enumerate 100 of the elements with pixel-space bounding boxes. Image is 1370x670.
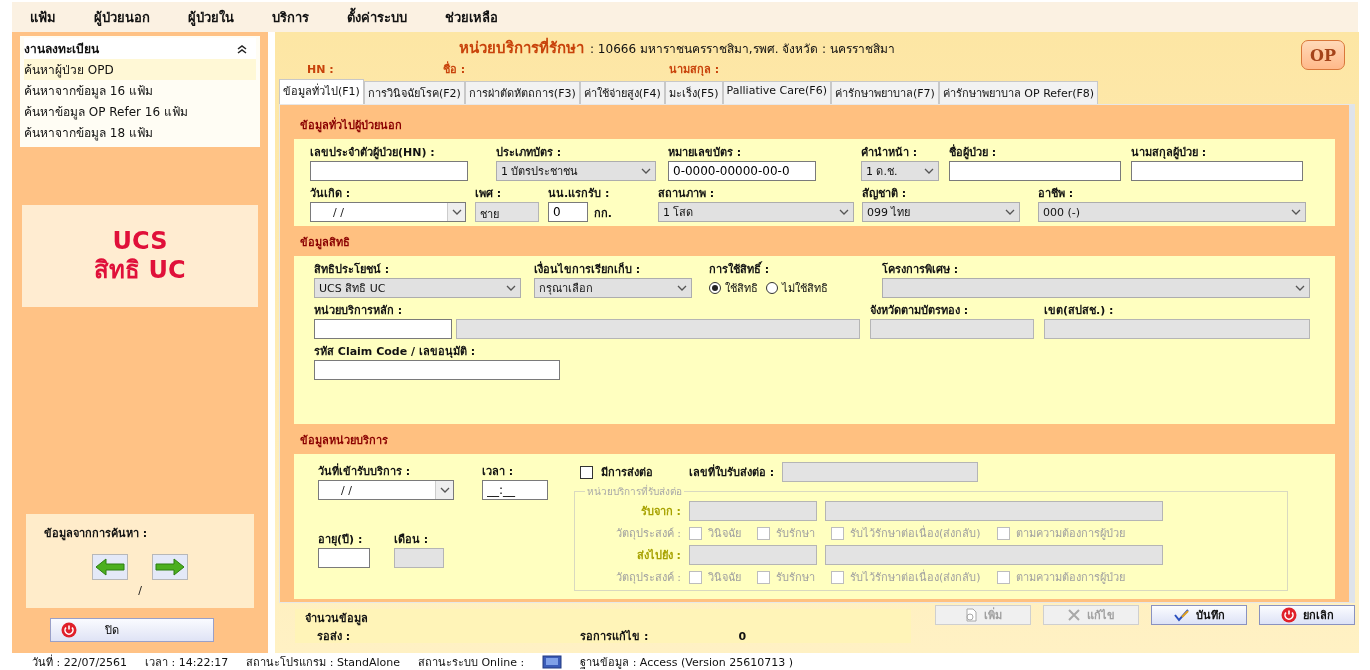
tab[interactable]: ค่ารักษาพยาบาล OP Refer(F8)	[938, 81, 1099, 104]
monitor-icon	[542, 654, 563, 669]
tab[interactable]: มะเร็ง(F5)	[664, 81, 723, 104]
chevron-down-icon	[839, 209, 849, 215]
panel-title: งานลงทะเบียน	[24, 41, 99, 58]
text-field[interactable]	[949, 161, 1121, 181]
collapse-icon[interactable]	[236, 43, 248, 54]
name-label: ชื่อ :	[443, 60, 467, 78]
document-icon	[964, 608, 978, 622]
field-label: อาชีพ :	[1038, 186, 1075, 202]
text-field[interactable]	[318, 547, 370, 568]
field-label: เลขประจำตัวผู้ป่วย(HN) :	[310, 145, 436, 161]
field-label: นามสกุลผู้ป่วย :	[1131, 145, 1208, 161]
dropdown[interactable]: 099 ไทย	[862, 202, 1020, 222]
close-button[interactable]: ปิด	[50, 618, 214, 642]
field-label: สถานภาพ :	[658, 186, 716, 202]
tab[interactable]: Palliative Care(F6)	[722, 81, 831, 104]
dropdown[interactable]: 1 บัตรประชาชน	[496, 161, 656, 181]
field-label: เลขที่ใบรับส่งต่อ :	[689, 463, 775, 481]
tab[interactable]: การผ่าตัดหัตถการ(F3)	[464, 81, 580, 104]
dropdown[interactable]: 1 โสด	[658, 202, 854, 222]
op-badge: OP	[1301, 40, 1345, 70]
date-picker[interactable]: / /	[318, 480, 454, 500]
chevron-down-icon	[1295, 285, 1305, 291]
field-label: เพศ :	[475, 186, 503, 202]
radio-option[interactable]: ไม่ใช้สิทธิ	[766, 279, 828, 297]
power-icon	[1280, 607, 1297, 623]
next-button[interactable]	[152, 554, 188, 580]
status-time: เวลา : 14:22:17	[145, 654, 229, 670]
edit-label: รอการแก้ไข :	[580, 629, 649, 645]
field-label: วัตถุประสงค์ :	[614, 570, 681, 586]
text-field[interactable]	[310, 161, 468, 181]
field-label: หน่วยบริการหลัก :	[314, 303, 404, 319]
field-label: ชื่อผู้ป่วย :	[949, 143, 998, 161]
unit-label: กก.	[593, 206, 612, 222]
chevron-down-icon	[1291, 209, 1301, 215]
sidebar-item[interactable]: ค้นหาจากข้อมูล 16 แฟ้ม	[24, 80, 256, 101]
tab[interactable]: ข้อมูลทั่วไป(F1)	[279, 79, 364, 104]
pending-label: รอส่ง :	[317, 629, 351, 645]
chevron-down-icon	[641, 168, 651, 174]
field-label: รหัส Claim Code / เลขอนุมัติ :	[314, 344, 477, 360]
chevron-down-icon	[451, 209, 462, 215]
sidebar-item[interactable]: ค้นหาจากข้อมูล 18 แฟ้ม	[24, 122, 256, 143]
field-label: ส่งไปยัง :	[635, 548, 681, 564]
text-field[interactable]: 0	[548, 202, 588, 222]
field-label: รับจาก :	[639, 504, 681, 520]
action-button[interactable]: บันทึก	[1151, 605, 1247, 625]
menu-item[interactable]: ผู้ป่วยนอก	[94, 6, 150, 28]
readonly-field	[394, 547, 444, 568]
time-field[interactable]: __:__	[482, 480, 548, 500]
unit-label: หน่วยบริการที่รักษา	[459, 36, 584, 59]
text-field[interactable]	[314, 319, 452, 339]
menu-item[interactable]: ผู้ป่วยใน	[188, 6, 234, 28]
previous-button[interactable]	[92, 554, 128, 580]
text-field[interactable]	[314, 360, 560, 380]
record-position: /	[138, 584, 142, 597]
surname-label: นามสกุล :	[669, 62, 721, 78]
unit-value: : 10666 มหาราชนครราชสิมา,รพศ. จังหวัด : นครราชสิมา	[590, 41, 895, 58]
tab[interactable]: ค่ารักษาพยาบาล(F7)	[830, 81, 939, 104]
arrow-right-icon	[155, 558, 185, 576]
text-field[interactable]: 0-0000-00000-00-0	[668, 161, 816, 181]
dropdown[interactable]: 000 (-)	[1038, 202, 1306, 222]
rights-badge: UCS สิทธิ UC	[22, 205, 258, 307]
menu-item[interactable]: ช่วยเหลือ	[445, 6, 498, 28]
dropdown[interactable]: กรุณาเลือก	[534, 278, 692, 298]
menu-item[interactable]: บริการ	[272, 6, 309, 28]
field-label: เงื่อนไขการเรียกเก็บ :	[534, 260, 642, 278]
field-label: ประเภทบัตร :	[496, 145, 563, 161]
field-label: เดือน :	[394, 531, 430, 548]
field-label: นน.แรกรับ :	[548, 186, 611, 202]
section-title: ข้อมูลหน่วยบริการ	[299, 433, 389, 450]
power-icon	[61, 622, 77, 638]
referral-checkbox[interactable]: มีการส่งต่อ	[580, 463, 653, 481]
action-button[interactable]: ยกเลิก	[1259, 605, 1355, 625]
field-label: วันที่เข้ารับบริการ :	[318, 462, 412, 480]
chevron-down-icon	[677, 285, 687, 291]
section-title: ข้อมูลทั่วไปผู้ป่วยนอก	[299, 116, 403, 135]
section-title: ข้อมูลสิทธิ	[299, 235, 351, 252]
dropdown[interactable]: UCS สิทธิ UC	[314, 278, 521, 298]
sidebar-item[interactable]: ค้นหาข้อมูล OP Refer 16 แฟ้ม	[24, 101, 256, 122]
menu-item[interactable]: ตั้งค่าระบบ	[347, 6, 407, 28]
field-label: เวลา :	[482, 464, 515, 480]
radio-option[interactable]: ใช้สิทธิ	[709, 279, 758, 297]
count-title: จำนวนข้อมูล	[305, 611, 368, 627]
chevron-down-icon	[506, 285, 516, 291]
arrow-left-icon	[95, 558, 125, 576]
readonly-field: ชาย	[475, 202, 539, 222]
text-field[interactable]	[1131, 161, 1303, 181]
search-results-label: ข้อมูลจากการค้นหา :	[44, 526, 148, 542]
tab[interactable]: การวินิจฉัยโรค(F2)	[363, 81, 465, 104]
tab[interactable]: ค่าใช้จ่ายสูง(F4)	[579, 81, 665, 104]
hn-label: HN :	[307, 63, 335, 76]
pen-icon	[1173, 608, 1190, 622]
menu-item[interactable]: แฟ้ม	[30, 6, 56, 28]
date-picker[interactable]: / /	[310, 202, 466, 222]
field-label: วัตถุประสงค์ :	[614, 526, 681, 542]
field-label: โครงการพิเศษ :	[882, 261, 960, 278]
dropdown[interactable]: 1 ด.ช.	[861, 161, 939, 181]
field-label: อายุ(ปี) :	[318, 531, 364, 548]
sidebar-item[interactable]: ค้นหาผู้ป่วย OPD	[24, 59, 256, 80]
